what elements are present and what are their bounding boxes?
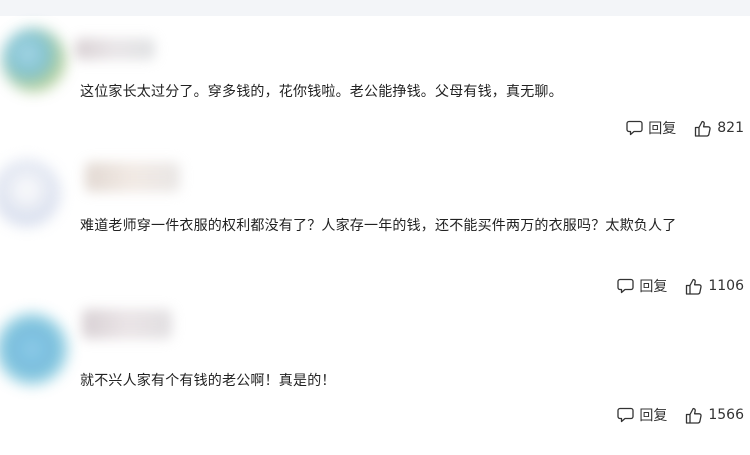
comment-actions: 回复 1566 xyxy=(617,403,744,427)
reply-button[interactable]: 回复 xyxy=(617,276,667,296)
like-count: 1566 xyxy=(708,407,744,423)
username-blurred[interactable] xyxy=(82,309,172,339)
like-count: 821 xyxy=(717,120,744,136)
thumbs-up-icon xyxy=(685,278,703,295)
username-blurred[interactable] xyxy=(75,38,155,60)
comment-actions: 回复 821 xyxy=(626,116,744,140)
comment-text: 就不兴人家有个有钱的老公啊！真是的！ xyxy=(80,373,336,389)
reply-button[interactable]: 回复 xyxy=(617,405,667,425)
like-button[interactable]: 821 xyxy=(694,120,744,137)
comment-item: 就不兴人家有个有钱的老公啊！真是的！ 回复 1566 xyxy=(0,295,750,455)
like-button[interactable]: 1566 xyxy=(685,407,744,424)
comment-bubble-icon xyxy=(617,278,635,294)
comment-item: 这位家长太过分了。穿多钱的，花你钱啦。老公能挣钱。父母有钱，真无聊。 回复 82… xyxy=(0,0,750,150)
thumbs-up-icon xyxy=(685,407,703,424)
avatar[interactable] xyxy=(0,160,60,226)
comment-item: 难道老师穿一件衣服的权利都没有了？人家存一年的钱，还不能买件两万的衣服吗？太欺负… xyxy=(0,150,750,295)
comment-bubble-icon xyxy=(617,407,635,423)
comment-text: 这位家长太过分了。穿多钱的，花你钱啦。老公能挣钱。父母有钱，真无聊。 xyxy=(80,84,563,100)
username-blurred[interactable] xyxy=(85,162,180,192)
thumbs-up-icon xyxy=(694,120,712,137)
avatar[interactable] xyxy=(0,313,68,385)
reply-button[interactable]: 回复 xyxy=(626,118,676,138)
comment-bubble-icon xyxy=(626,120,643,136)
reply-label: 回复 xyxy=(639,408,668,424)
like-button[interactable]: 1106 xyxy=(685,278,744,295)
comment-text: 难道老师穿一件衣服的权利都没有了？人家存一年的钱，还不能买件两万的衣服吗？太欺负… xyxy=(80,218,677,234)
reply-label: 回复 xyxy=(648,121,677,137)
like-count: 1106 xyxy=(708,278,744,294)
reply-label: 回复 xyxy=(639,279,668,295)
avatar[interactable] xyxy=(2,28,66,92)
